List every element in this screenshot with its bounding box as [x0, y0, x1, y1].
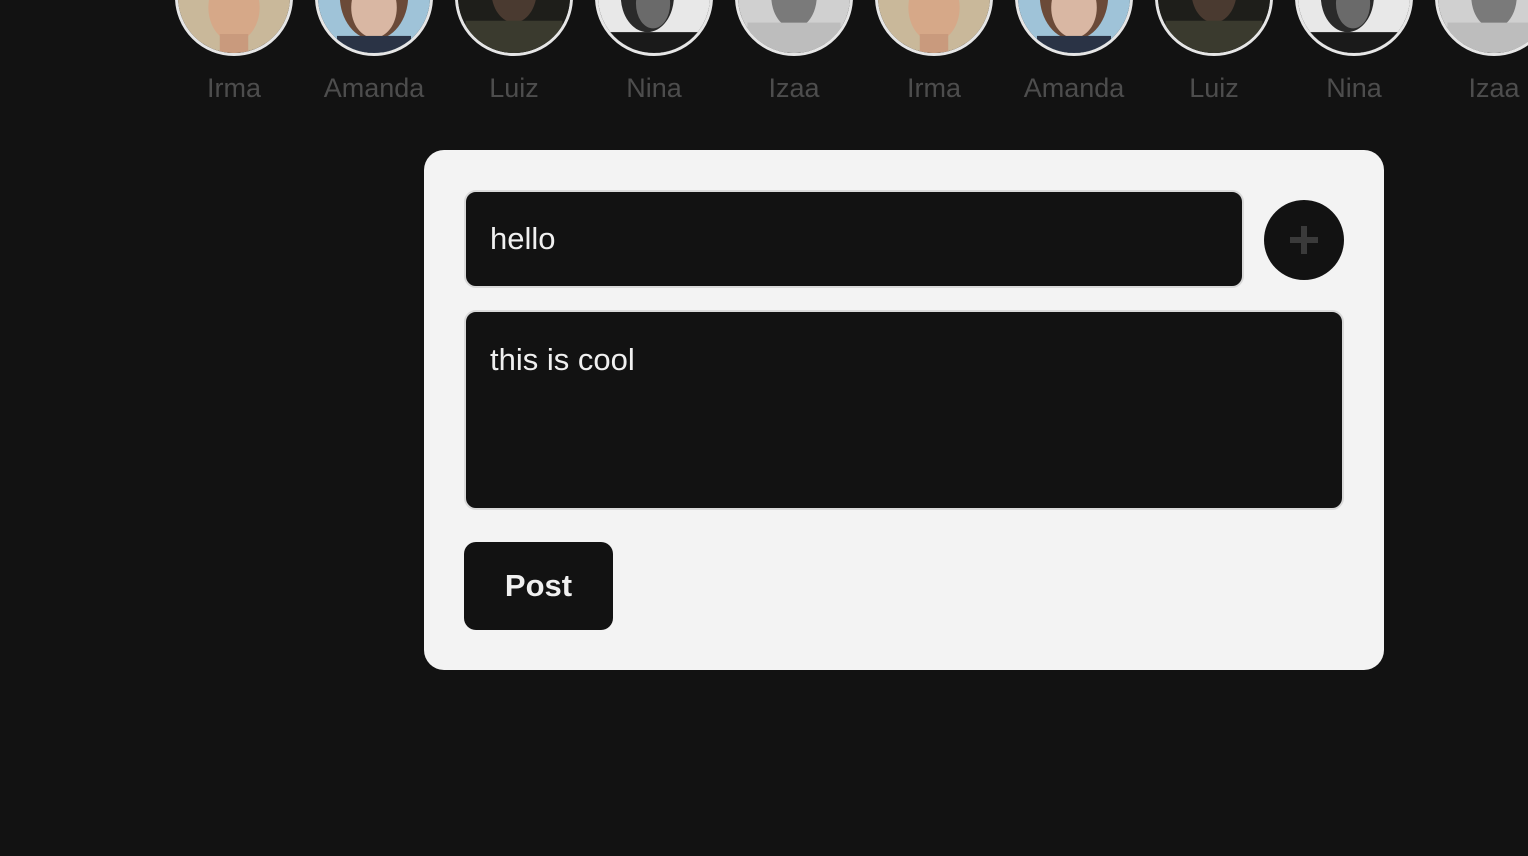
- avatar: [1015, 0, 1133, 56]
- story-name: Irma: [907, 73, 961, 103]
- post-button[interactable]: Post: [464, 542, 613, 630]
- story-item[interactable]: Irma: [864, 0, 1004, 110]
- story-item[interactable]: Izaa: [724, 0, 864, 110]
- story-item[interactable]: Nina: [1284, 0, 1424, 110]
- story-item[interactable]: Nina: [584, 0, 724, 110]
- story-item[interactable]: Luiz: [444, 0, 584, 110]
- story-name: Irma: [207, 73, 261, 103]
- story-name: Amanda: [1023, 73, 1125, 103]
- avatar: [735, 0, 853, 56]
- avatar: [315, 0, 433, 56]
- story-name: Nina: [1326, 73, 1382, 103]
- avatar: [1295, 0, 1413, 56]
- add-button[interactable]: [1264, 200, 1344, 280]
- story-name: Amanda: [323, 73, 425, 103]
- plus-icon: [1290, 226, 1318, 254]
- story-name: Izaa: [768, 73, 820, 103]
- post-title-input[interactable]: [464, 190, 1244, 288]
- story-item[interactable]: Luiz: [1144, 0, 1284, 110]
- story-item[interactable]: Irma: [164, 0, 304, 110]
- avatar: [595, 0, 713, 56]
- avatar: [1435, 0, 1528, 56]
- avatar: [875, 0, 993, 56]
- stories-strip: Irma Amanda Luiz Nina Izaa Irma Amanda L…: [0, 0, 1528, 110]
- story-name: Luiz: [1189, 73, 1239, 103]
- avatar: [1155, 0, 1273, 56]
- story-item[interactable]: Amanda: [1004, 0, 1144, 110]
- story-name: Izaa: [1468, 73, 1520, 103]
- avatar: [455, 0, 573, 56]
- post-composer-card: this is cool Post: [424, 150, 1384, 670]
- story-name: Luiz: [489, 73, 539, 103]
- story-name: Nina: [626, 73, 682, 103]
- story-item[interactable]: Izaa: [1424, 0, 1528, 110]
- avatar: [175, 0, 293, 56]
- story-item[interactable]: Amanda: [304, 0, 444, 110]
- post-body-textarea[interactable]: this is cool: [464, 310, 1344, 510]
